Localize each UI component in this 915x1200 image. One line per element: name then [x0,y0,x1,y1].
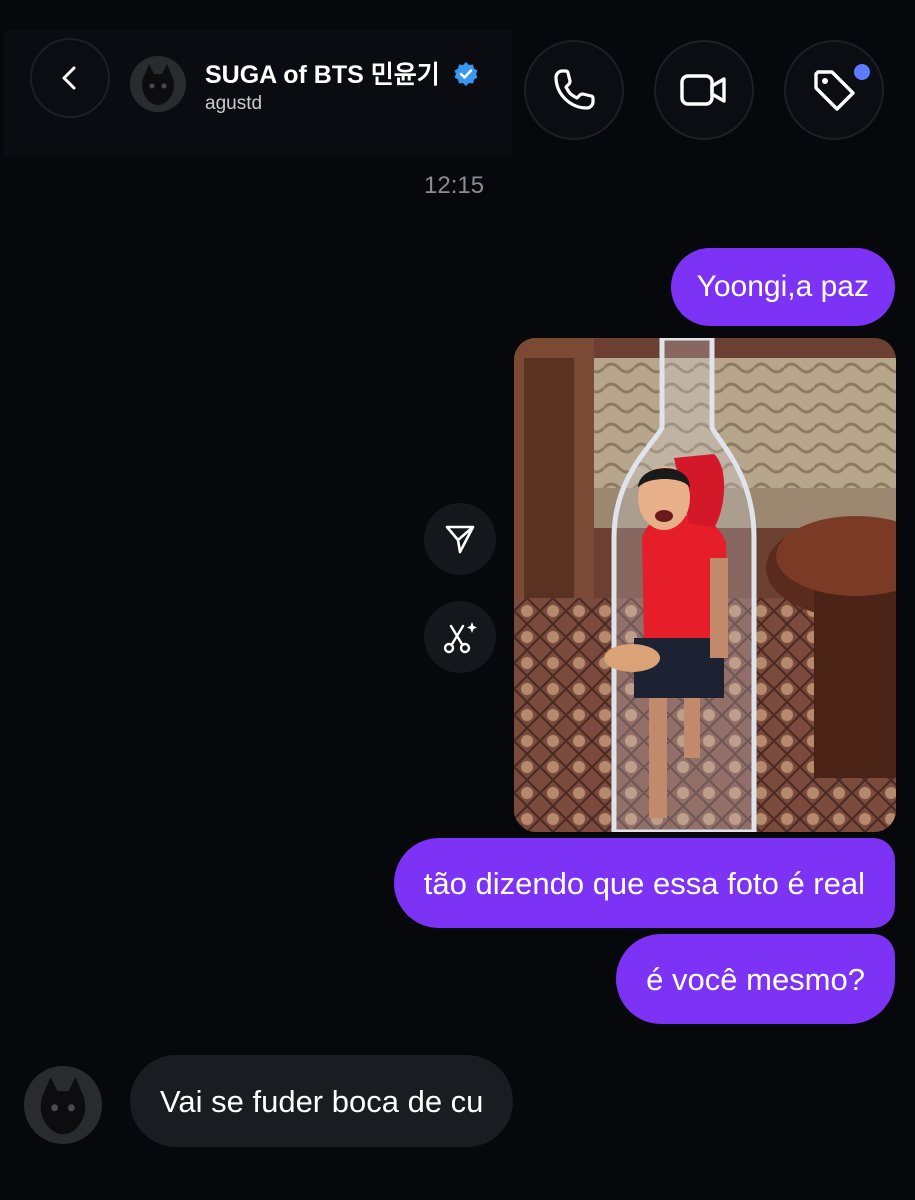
received-message-bubble[interactable]: Vai se fuder boca de cu [130,1055,514,1147]
message-text: é você mesmo? [646,961,865,997]
sent-message-bubble[interactable]: Yoongi,a paz [670,248,895,326]
contact-avatar[interactable] [130,56,186,112]
send-icon [445,525,475,554]
cat-avatar-image [130,56,186,112]
verified-badge-icon [454,61,478,86]
dm-screen: SUGA of BTS 민윤기 agustd 12:15 Yoongi,a pa… [0,0,915,1200]
contact-name[interactable]: SUGA of BTS 민윤기 [205,55,479,91]
timestamp-text: 12:15 [424,172,485,199]
message-text: Vai se fuder boca de cu [160,1083,484,1119]
meme-photo [514,338,896,832]
message-text: Yoongi,a paz [696,270,869,303]
video-call-button[interactable] [654,40,754,140]
phone-icon [554,69,595,110]
contact-name-text: SUGA of BTS 민윤기 [205,61,440,89]
message-text: tão dizendo que essa foto é real [423,865,865,901]
chevron-left-icon [62,66,76,90]
cat-avatar-image [24,1066,102,1144]
notification-dot [854,64,870,80]
share-media-button[interactable] [424,503,496,575]
sent-message-bubble[interactable]: tão dizendo que essa foto é real [393,838,895,928]
sender-avatar[interactable] [24,1066,102,1144]
tag-button[interactable] [784,40,884,140]
sent-image-message[interactable] [514,338,896,832]
sent-message-bubble[interactable]: é você mesmo? [616,934,895,1024]
scissors-sparkle-icon [443,622,477,654]
contact-handle: agustd [205,93,263,114]
back-button[interactable] [30,38,110,118]
cutout-media-button[interactable] [424,601,496,673]
video-camera-icon [680,74,726,106]
voice-call-button[interactable] [524,40,624,140]
